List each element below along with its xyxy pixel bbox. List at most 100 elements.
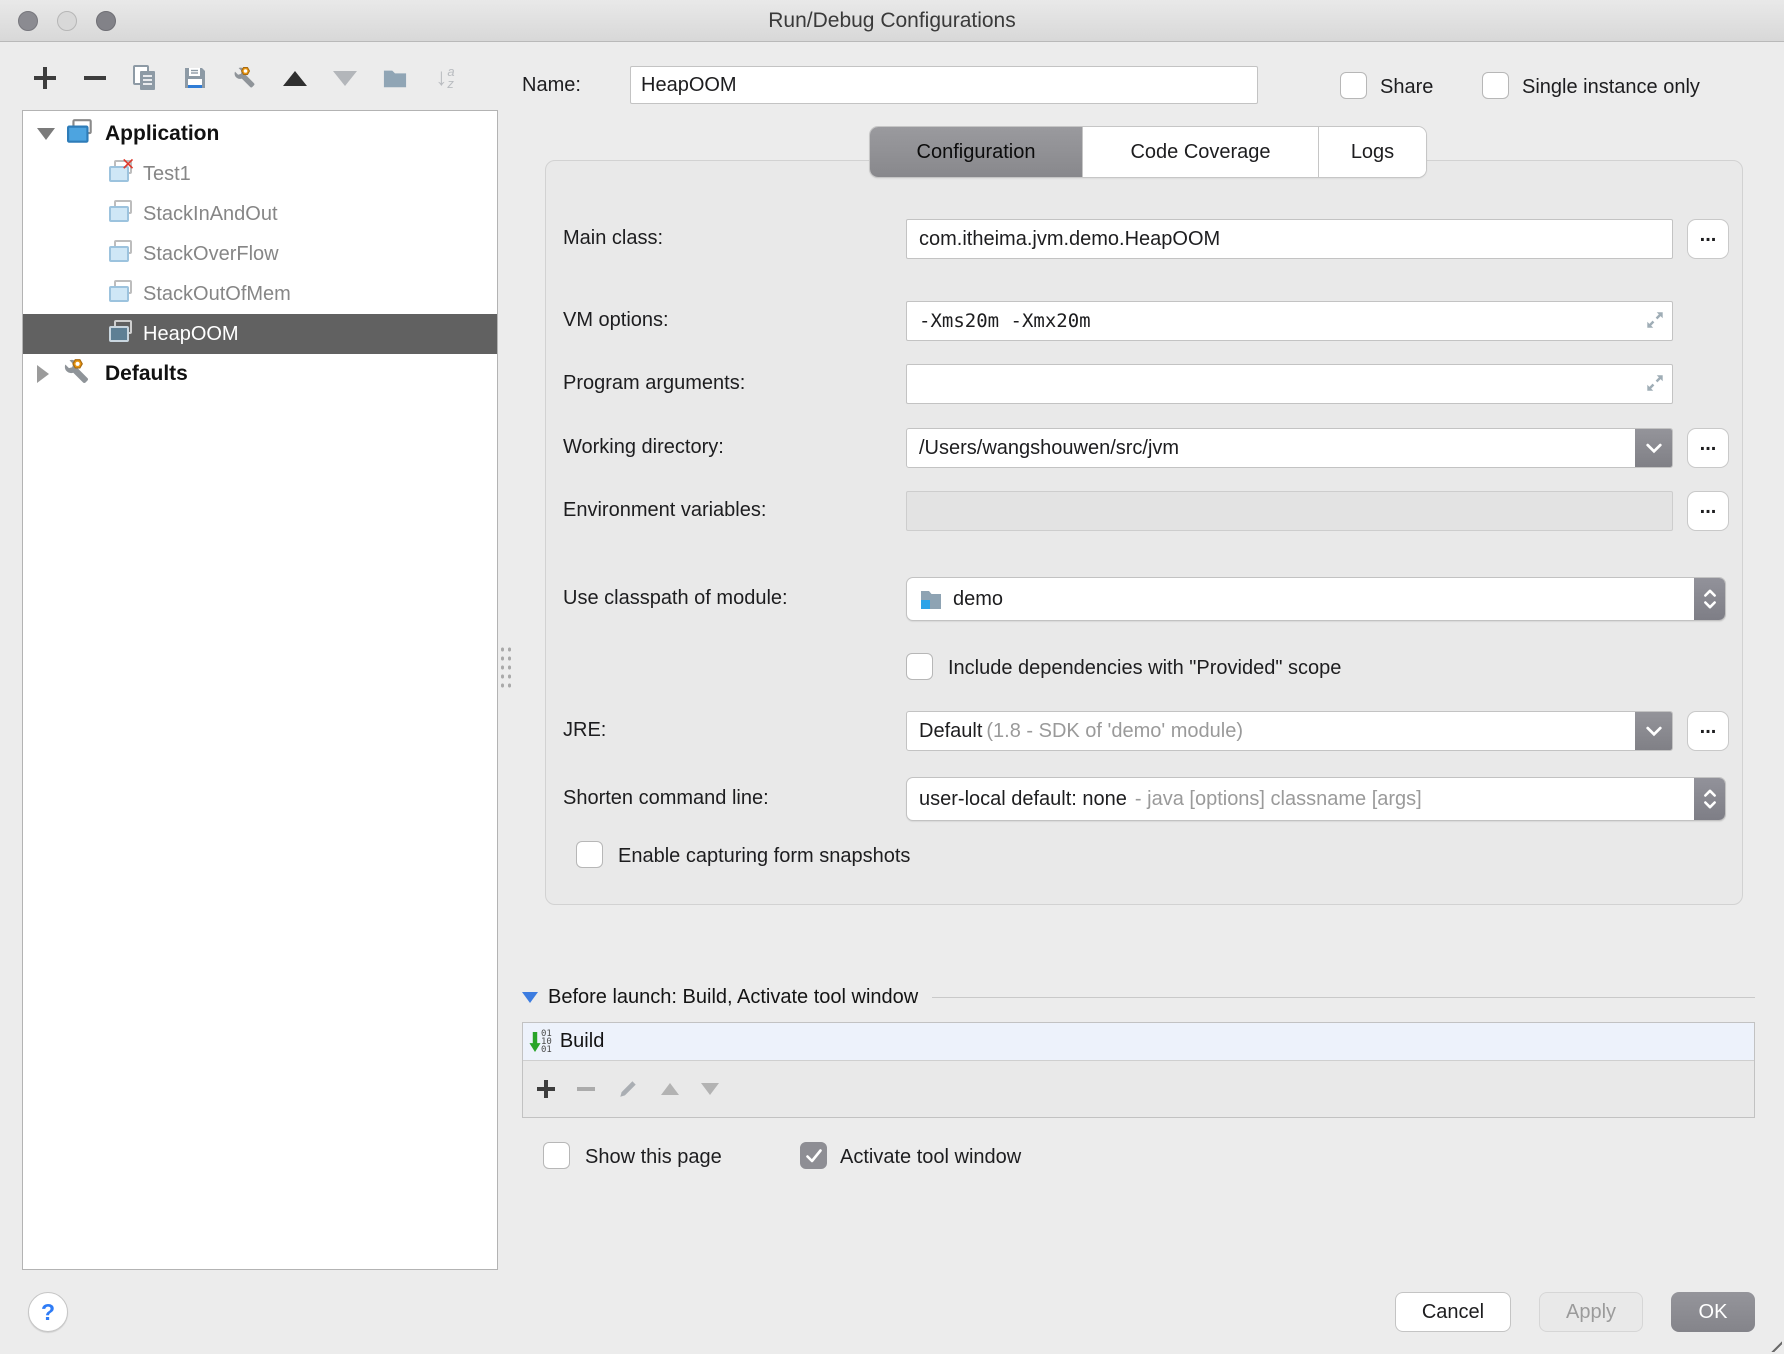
chevron-down-icon: [1645, 443, 1662, 453]
main-class-browse-button[interactable]: ...: [1687, 219, 1729, 259]
configurations-toolbar: ↓ az: [33, 56, 457, 100]
folder-icon: [383, 70, 407, 88]
environment-variables-input[interactable]: [906, 491, 1673, 531]
collapse-icon[interactable]: [37, 128, 55, 140]
working-directory-browse-button[interactable]: ...: [1687, 428, 1729, 468]
cancel-button[interactable]: Cancel: [1395, 1292, 1511, 1332]
provided-scope-checkbox[interactable]: [906, 653, 933, 680]
name-input[interactable]: [630, 66, 1258, 104]
minimize-button[interactable]: [57, 11, 77, 31]
before-launch-task-build[interactable]: 01 10 01 Build: [523, 1023, 1754, 1061]
move-task-down-button[interactable]: [701, 1083, 719, 1095]
before-launch-title: Before launch: Build, Activate tool wind…: [548, 986, 919, 1008]
stepper-icon[interactable]: [1694, 778, 1725, 820]
shorten-command-line-select[interactable]: user-local default: none - java [options…: [906, 777, 1726, 821]
ok-button[interactable]: OK: [1671, 1292, 1755, 1332]
sort-configurations-button[interactable]: ↓ az: [433, 61, 457, 95]
copy-configuration-button[interactable]: [133, 61, 157, 95]
working-directory-value[interactable]: /Users/wangshouwen/src/jvm: [907, 429, 1635, 467]
environment-variables-label: Environment variables:: [563, 499, 767, 521]
tree-item-label: HeapOOM: [143, 322, 239, 345]
tab-logs[interactable]: Logs: [1319, 127, 1426, 177]
classpath-module-value: demo: [953, 587, 1004, 610]
expand-icon[interactable]: [37, 365, 49, 383]
stepper-icon[interactable]: [1694, 578, 1725, 620]
tree-item-stackoverflow[interactable]: StackOverFlow: [23, 234, 497, 274]
section-divider: [932, 997, 1755, 998]
environment-variables-browse-button[interactable]: ...: [1687, 491, 1729, 531]
close-button[interactable]: [18, 11, 38, 31]
tree-item-label: Test1: [143, 162, 191, 185]
tab-code-coverage[interactable]: Code Coverage: [1083, 127, 1319, 177]
dropdown-button[interactable]: [1635, 712, 1672, 750]
tab-configuration[interactable]: Configuration: [870, 127, 1083, 177]
move-down-button[interactable]: [333, 61, 357, 95]
add-task-button[interactable]: [537, 1080, 555, 1098]
copy-icon: [133, 65, 155, 90]
edit-defaults-button[interactable]: [233, 61, 257, 95]
apply-button[interactable]: Apply: [1539, 1292, 1643, 1332]
tree-item-label: StackOutOfMem: [143, 282, 291, 305]
activate-tool-window-checkbox[interactable]: [800, 1142, 827, 1169]
jre-value[interactable]: Default (1.8 - SDK of 'demo' module): [907, 712, 1635, 750]
name-label: Name:: [522, 74, 581, 96]
tree-item-stackinandout[interactable]: StackInAndOut: [23, 194, 497, 234]
tree-item-heapoom-selected[interactable]: HeapOOM: [23, 314, 497, 354]
shorten-hint: - java [options] classname [args]: [1134, 787, 1422, 810]
expand-field-icon[interactable]: [1644, 309, 1666, 336]
zoom-button[interactable]: [96, 11, 116, 31]
add-configuration-button[interactable]: [33, 61, 57, 95]
single-instance-label[interactable]: Single instance only: [1522, 76, 1700, 99]
tree-group-application[interactable]: Application: [23, 114, 497, 154]
dropdown-button[interactable]: [1635, 429, 1672, 467]
tree-item-label: StackOverFlow: [143, 242, 279, 265]
tree-item-stackoutofmem[interactable]: StackOutOfMem: [23, 274, 497, 314]
resize-handle[interactable]: [1768, 1338, 1782, 1352]
minus-icon: [84, 67, 106, 89]
titlebar: Run/Debug Configurations: [0, 0, 1784, 42]
jre-browse-button[interactable]: ...: [1687, 711, 1729, 751]
single-instance-checkbox[interactable]: [1482, 72, 1509, 99]
build-icon: 01 10 01: [529, 1029, 552, 1054]
run-config-icon: [109, 199, 135, 229]
share-checkbox[interactable]: [1340, 72, 1367, 99]
share-label[interactable]: Share: [1380, 76, 1433, 99]
program-arguments-input[interactable]: [906, 364, 1673, 404]
form-snapshots-label[interactable]: Enable capturing form snapshots: [618, 845, 910, 868]
collapse-section-icon[interactable]: [522, 992, 538, 1003]
tab-bar: Configuration Code Coverage Logs: [870, 127, 1426, 177]
show-this-page-label[interactable]: Show this page: [585, 1146, 722, 1169]
vm-options-label: VM options:: [563, 309, 669, 331]
application-icon: [67, 118, 95, 150]
shorten-value: user-local default: none: [919, 787, 1127, 810]
help-button[interactable]: ?: [28, 1292, 68, 1332]
window-title: Run/Debug Configurations: [768, 9, 1016, 32]
classpath-module-select[interactable]: demo: [906, 577, 1726, 621]
remove-task-button[interactable]: [577, 1087, 595, 1091]
tree-group-defaults[interactable]: Defaults: [23, 354, 497, 394]
splitter-grip[interactable]: [499, 645, 513, 689]
vm-options-input[interactable]: [906, 301, 1673, 341]
configurations-tree: Application ✕ Test1 StackInAndOut StackO…: [22, 110, 498, 1270]
tree-item-label: Application: [105, 122, 220, 145]
working-directory-label: Working directory:: [563, 436, 724, 458]
move-task-up-button[interactable]: [661, 1083, 679, 1095]
main-class-input[interactable]: [906, 219, 1673, 259]
defaults-wrench-icon: [63, 358, 91, 391]
create-folder-button[interactable]: [383, 61, 407, 95]
provided-scope-label[interactable]: Include dependencies with "Provided" sco…: [948, 657, 1341, 680]
up-triangle-icon: [283, 70, 307, 86]
expand-field-icon[interactable]: [1644, 372, 1666, 399]
tree-item-test1[interactable]: ✕ Test1: [23, 154, 497, 194]
jre-combo: Default (1.8 - SDK of 'demo' module): [906, 711, 1673, 751]
before-launch-header[interactable]: Before launch: Build, Activate tool wind…: [522, 986, 1755, 1009]
vm-options-field: [906, 301, 1673, 341]
form-snapshots-checkbox[interactable]: [576, 841, 603, 868]
show-this-page-checkbox[interactable]: [543, 1142, 570, 1169]
task-label: Build: [559, 1030, 605, 1052]
save-configuration-button[interactable]: [183, 61, 207, 95]
move-up-button[interactable]: [283, 61, 307, 95]
edit-task-button[interactable]: [617, 1078, 639, 1100]
remove-configuration-button[interactable]: [83, 61, 107, 95]
activate-tool-window-label[interactable]: Activate tool window: [840, 1146, 1021, 1169]
